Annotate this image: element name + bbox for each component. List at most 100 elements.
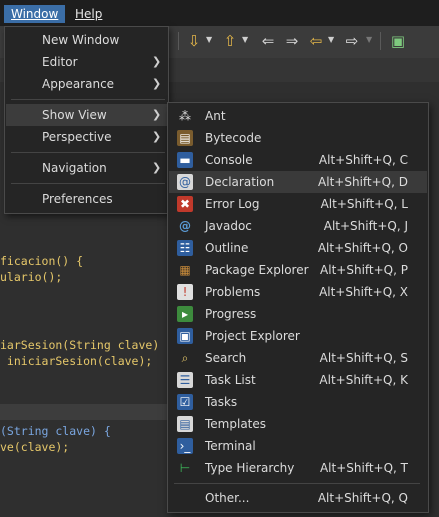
view-item-label: Console: [205, 153, 253, 167]
forward-edit-icon[interactable]: ⇒: [282, 31, 302, 51]
menu-help-label: Help: [75, 7, 103, 21]
view-item-shortcut: Alt+Shift+Q, X: [319, 285, 408, 299]
view-item-error-log[interactable]: ✖ Error Log Alt+Shift+Q, L: [169, 193, 427, 215]
view-item-javadoc[interactable]: @ Javadoc Alt+Shift+Q, J: [169, 215, 427, 237]
menu-help[interactable]: Help: [68, 5, 109, 23]
view-item-ant[interactable]: ⁂ Ant: [169, 105, 427, 127]
back-arrow-icon[interactable]: ⇦: [306, 31, 326, 51]
new-view-icon[interactable]: ▣: [388, 31, 408, 51]
menu-separator: [11, 99, 165, 100]
chevron-right-icon: ❯: [152, 130, 162, 143]
forward-arrow-icon[interactable]: ⇨: [342, 31, 362, 51]
menu-item-label: Perspective: [42, 130, 112, 144]
view-item-label: Outline: [205, 241, 249, 255]
menu-item-label: Show View: [42, 108, 107, 122]
code-line-text: ficacion() {: [0, 254, 84, 268]
chevron-right-icon: ❯: [152, 108, 162, 121]
bytecode-icon: ▤: [177, 130, 193, 146]
view-item-shortcut: Alt+Shift+Q, O: [317, 241, 408, 255]
view-item-label: Javadoc: [205, 219, 252, 233]
view-item-console[interactable]: ▬ Console Alt+Shift+Q, C: [169, 149, 427, 171]
view-item-project-explorer[interactable]: ▣ Project Explorer: [169, 325, 427, 347]
code-line-text: ve(clave);: [0, 440, 70, 454]
code-line: iniciarSesion(clave);: [0, 354, 152, 368]
menu-item-new-window[interactable]: New Window: [6, 29, 167, 51]
menu-separator: [11, 183, 165, 184]
next-annotation-icon[interactable]: ⇩: [184, 31, 204, 51]
view-item-tasks[interactable]: ☑ Tasks: [169, 391, 427, 413]
menu-separator: [11, 152, 165, 153]
view-item-progress[interactable]: ▸ Progress: [169, 303, 427, 325]
show-view-submenu: ⁂ Ant ▤ Bytecode ▬ Console Alt+Shift+Q, C @ D…: [167, 102, 429, 513]
view-item-label: Tasks: [205, 395, 238, 409]
view-item-problems[interactable]: ! Problems Alt+Shift+Q, X: [169, 281, 427, 303]
code-line: iarSesion(String clave): [0, 338, 159, 352]
menu-item-show-view[interactable]: Show View ❯: [6, 104, 167, 126]
toolbar-separator: [178, 32, 179, 50]
console-icon: ▬: [177, 152, 193, 168]
outline-icon: ☷: [177, 240, 193, 256]
view-item-terminal[interactable]: ›_ Terminal: [169, 435, 427, 457]
view-item-label: Type Hierarchy: [205, 461, 295, 475]
templates-icon: ▤: [177, 416, 193, 432]
menu-item-navigation[interactable]: Navigation ❯: [6, 157, 167, 179]
view-item-other[interactable]: Other... Alt+Shift+Q, Q: [169, 487, 427, 509]
search-icon: ⌕: [181, 351, 189, 365]
code-line-text: (String clave) {: [0, 424, 111, 438]
view-item-outline[interactable]: ☷ Outline Alt+Shift+Q, O: [169, 237, 427, 259]
view-item-shortcut: Alt+Shift+Q, J: [323, 219, 408, 233]
package-explorer-icon: ▦: [179, 263, 191, 277]
view-item-label: Progress: [205, 307, 257, 321]
menu-item-editor[interactable]: Editor ❯: [6, 51, 167, 73]
view-item-templates[interactable]: ▤ Templates: [169, 413, 427, 435]
view-item-bytecode[interactable]: ▤ Bytecode: [169, 127, 427, 149]
problems-icon: !: [177, 284, 193, 300]
previous-annotation-icon[interactable]: ⇧: [220, 31, 240, 51]
view-item-label: Other...: [205, 491, 250, 505]
view-item-shortcut: Alt+Shift+Q, K: [319, 373, 408, 387]
menu-item-appearance[interactable]: Appearance ❯: [6, 73, 167, 95]
view-item-shortcut: Alt+Shift+Q, D: [318, 175, 408, 189]
view-item-label: Package Explorer: [205, 263, 309, 277]
view-item-label: Ant: [205, 109, 226, 123]
project-explorer-icon: ▣: [177, 328, 193, 344]
tasks-icon: ☑: [177, 394, 193, 410]
menu-item-label: Preferences: [42, 192, 113, 206]
chevron-down-icon[interactable]: ▼: [206, 35, 212, 44]
chevron-down-icon[interactable]: ▼: [328, 35, 334, 44]
view-item-label: Declaration: [205, 175, 275, 189]
menu-window-label: Window: [11, 7, 59, 21]
menu-window[interactable]: Window: [4, 5, 66, 23]
chevron-down-icon[interactable]: ▼: [366, 35, 372, 44]
toolbar-separator: [380, 32, 381, 50]
view-item-shortcut: Alt+Shift+Q, P: [320, 263, 408, 277]
code-line-text: ulario();: [0, 270, 63, 284]
view-item-package-explorer[interactable]: ▦ Package Explorer Alt+Shift+Q, P: [169, 259, 427, 281]
view-item-type-hierarchy[interactable]: ⊢ Type Hierarchy Alt+Shift+Q, T: [169, 457, 427, 479]
view-item-shortcut: Alt+Shift+Q, Q: [317, 491, 408, 505]
declaration-icon: @: [177, 174, 193, 190]
view-item-shortcut: Alt+Shift+Q, S: [319, 351, 408, 365]
menu-item-label: Appearance: [42, 77, 115, 91]
view-item-task-list[interactable]: ☰ Task List Alt+Shift+Q, K: [169, 369, 427, 391]
view-item-shortcut: Alt+Shift+Q, L: [320, 197, 408, 211]
view-item-search[interactable]: ⌕ Search Alt+Shift+Q, S: [169, 347, 427, 369]
menu-item-label: Navigation: [42, 161, 107, 175]
type-hierarchy-icon: ⊢: [179, 461, 191, 475]
view-item-shortcut: Alt+Shift+Q, T: [319, 461, 408, 475]
menu-item-label: New Window: [42, 33, 120, 47]
progress-icon: ▸: [177, 306, 193, 322]
view-item-label: Search: [205, 351, 247, 365]
menu-item-perspective[interactable]: Perspective ❯: [6, 126, 167, 148]
menu-item-preferences[interactable]: Preferences: [6, 188, 167, 210]
chevron-down-icon[interactable]: ▼: [242, 35, 248, 44]
view-item-label: Terminal: [205, 439, 256, 453]
chevron-right-icon: ❯: [152, 77, 162, 90]
view-item-declaration[interactable]: @ Declaration Alt+Shift+Q, D: [169, 171, 427, 193]
menu-bar: Window Help: [0, 0, 439, 27]
chevron-right-icon: ❯: [152, 161, 162, 174]
last-edit-location-icon[interactable]: ⇐: [258, 31, 278, 51]
view-item-label: Problems: [205, 285, 261, 299]
terminal-icon: ›_: [177, 438, 193, 454]
view-item-label: Bytecode: [205, 131, 262, 145]
